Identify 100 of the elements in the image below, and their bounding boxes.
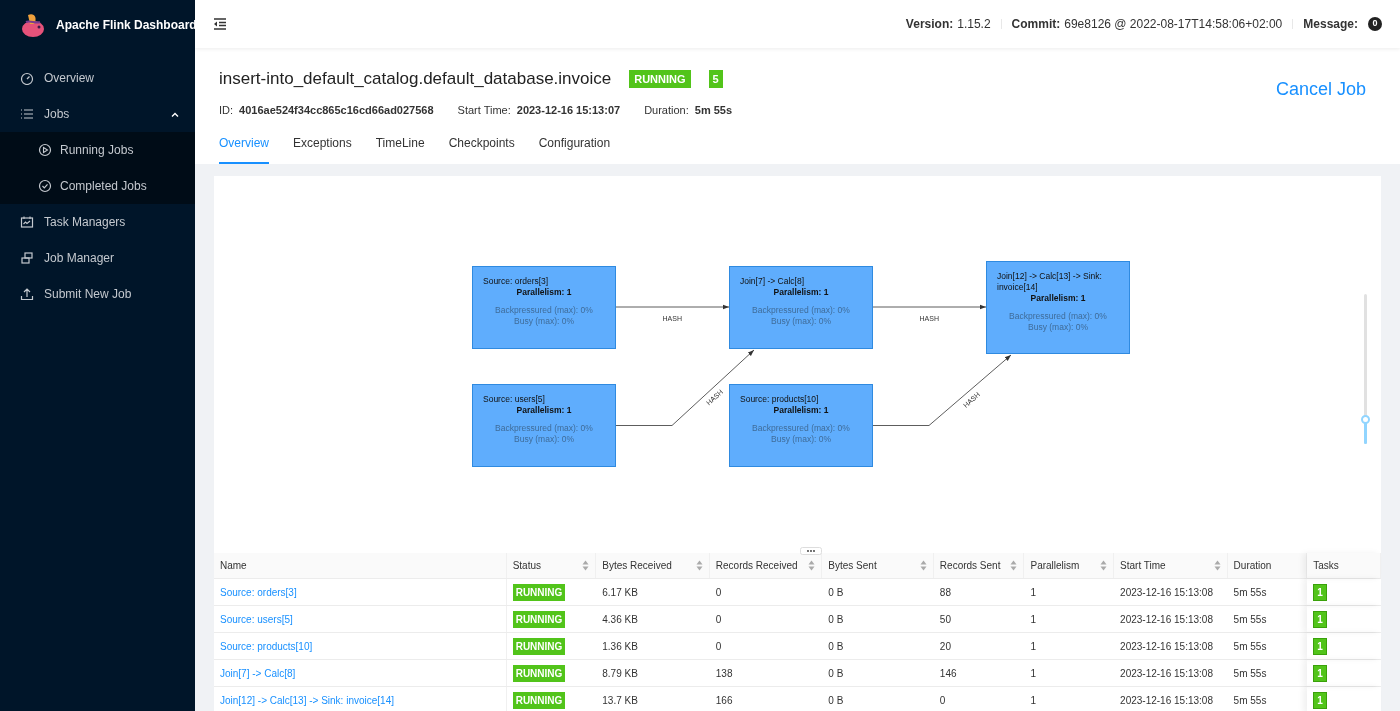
table-cell-text: 1 — [1030, 666, 1037, 681]
header-label: Start Time — [1120, 559, 1166, 573]
status-tag: RUNNING — [512, 610, 566, 628]
column-header[interactable]: Bytes Sent — [822, 553, 934, 578]
info-label: Message: — [1303, 16, 1358, 33]
squirrel-logo-icon — [20, 12, 46, 38]
tab[interactable]: TimeLine — [375, 134, 425, 164]
table-cell-text: 0 — [715, 585, 722, 600]
sort-icon[interactable] — [1010, 560, 1018, 571]
column-header[interactable]: Parallelism — [1024, 553, 1115, 578]
node-parallelism: Parallelism: 1 — [772, 287, 830, 298]
info-label: Version: — [905, 16, 954, 33]
header-label: Bytes Sent — [828, 559, 877, 573]
job-title: insert-into_default_catalog.default_database.invoice — [219, 68, 612, 90]
node-metric: Backpressured (max): 0% — [751, 423, 851, 434]
list-icon — [20, 107, 34, 121]
node-parallelism: Parallelism: 1 — [1029, 293, 1087, 304]
tab[interactable]: Exceptions — [293, 134, 352, 164]
table-cell-text: 2023-12-16 15:13:08 — [1120, 639, 1213, 654]
table-cell-text: 5m 55s — [1233, 693, 1267, 708]
table-cell-text: 1 — [1030, 612, 1037, 627]
graph-node[interactable]: Source: products[10] Parallelism: 1 Backpressured (max): 0% Busy (max): 0% — [729, 384, 873, 467]
info-label: Commit: — [1011, 16, 1061, 33]
table-cell-text: 0 B — [828, 639, 844, 654]
table-cell-text: 0 — [715, 612, 722, 627]
sort-icon[interactable] — [582, 560, 590, 571]
tab[interactable]: Configuration — [538, 134, 611, 164]
table-cell-text: 166 — [715, 693, 733, 708]
node-metric: Backpressured (max): 0% — [751, 305, 851, 316]
table-cell-text: 1 — [1030, 693, 1037, 708]
header-label: Name — [220, 559, 247, 573]
message-count-badge: 0 — [1368, 17, 1382, 31]
info-value: 69e8126 @ 2022-08-17T14:58:06+02:00 — [1064, 16, 1283, 33]
sidebar-subitem[interactable]: Running Jobs — [0, 132, 195, 168]
sidebar-item[interactable]: Job Manager — [0, 240, 195, 276]
column-header[interactable]: Status — [506, 553, 597, 578]
graph-node[interactable]: Source: orders[3] Parallelism: 1 Backpressured (max): 0% Busy (max): 0% — [472, 266, 616, 349]
sort-icon[interactable] — [1100, 560, 1108, 571]
column-header[interactable]: Records Received — [709, 553, 823, 578]
tab[interactable]: Checkpoints — [448, 134, 515, 164]
task-count-tag: 1 — [1313, 664, 1327, 682]
sidebar-item[interactable]: Task Managers — [0, 204, 195, 240]
node-parallelism: Parallelism: 1 — [515, 287, 573, 298]
table-cell-text: 5m 55s — [1233, 585, 1267, 600]
header-label: Records Received — [715, 559, 798, 573]
graph-node[interactable]: Join[12] -> Calc[13] -> Sink: invoice[14] Parallelism: 1 Backpressured (max): 0% Busy (max): 0% — [986, 261, 1130, 354]
meta-value: 4016ae524f34cc865c16cd66ad027568 — [239, 102, 434, 118]
header-label: Records Sent — [939, 559, 1001, 573]
task-count-tag: 1 — [1313, 637, 1327, 655]
more-icon[interactable] — [800, 547, 822, 555]
table-cell-text: 6.17 KB — [602, 585, 638, 600]
node-metric: Busy (max): 0% — [770, 434, 832, 445]
slider-handle[interactable] — [1361, 414, 1370, 424]
table-cell-text: 0 — [939, 693, 946, 708]
header-label: Duration — [1233, 559, 1272, 573]
sort-icon[interactable] — [808, 560, 816, 571]
graph-node[interactable]: Join[7] -> Calc[8] Parallelism: 1 Backpressured (max): 0% Busy (max): 0% — [729, 266, 873, 349]
meta-label: Duration: — [644, 102, 689, 118]
calendar-icon — [20, 215, 34, 229]
graph-node[interactable]: Source: users[5] Parallelism: 1 Backpressured (max): 0% Busy (max): 0% — [472, 384, 616, 467]
header-label: Bytes Received — [602, 559, 672, 573]
sort-icon[interactable] — [919, 560, 927, 571]
table-cell-text: 2023-12-16 15:13:08 — [1120, 693, 1213, 708]
node-parallelism: Parallelism: 1 — [772, 405, 830, 416]
cluster-icon — [20, 251, 34, 265]
table-cell-text: 2023-12-16 15:13:08 — [1120, 666, 1213, 681]
sort-icon[interactable] — [1213, 560, 1221, 571]
dashboard-icon — [20, 71, 34, 85]
table-cell-text: 88 — [939, 585, 951, 600]
table-cell-text: 5m 55s — [1233, 612, 1267, 627]
table-cell-text: 5m 55s — [1233, 666, 1267, 681]
upload-icon — [20, 287, 34, 301]
play-circle-icon — [38, 143, 52, 157]
sidebar-subitem[interactable]: Completed Jobs — [0, 168, 195, 204]
header-label: Status — [512, 559, 541, 573]
table-cell-text: 5m 55s — [1233, 639, 1267, 654]
table-cell-text: 8.79 KB — [602, 666, 638, 681]
task-count-tag: 1 — [1313, 691, 1327, 709]
column-header[interactable]: Bytes Received — [596, 553, 710, 578]
sidebar-item[interactable]: Jobs — [0, 96, 195, 132]
table-cell-text: 20 — [939, 639, 951, 654]
meta-value: 2023-12-16 15:13:07 — [516, 102, 621, 118]
column-header[interactable]: Start Time — [1114, 553, 1228, 578]
column-header[interactable]: Records Sent — [933, 553, 1025, 578]
status-tag: RUNNING — [512, 664, 566, 682]
table-cell-text: 1 — [1030, 585, 1037, 600]
node-title: Source: products[10] — [740, 394, 820, 405]
node-title: Join[7] -> Calc[8] — [740, 276, 805, 287]
table-cell-text: 4.36 KB — [602, 612, 638, 627]
node-metric: Busy (max): 0% — [513, 316, 575, 327]
menu-fold-icon[interactable] — [213, 18, 227, 30]
node-metric: Backpressured (max): 0% — [1008, 311, 1108, 322]
table-cell-text: 50 — [939, 612, 951, 627]
sort-icon[interactable] — [695, 560, 703, 571]
sidebar-item[interactable]: Overview — [0, 60, 195, 96]
status-tag: RUNNING — [512, 691, 566, 709]
node-title: Source: users[5] — [483, 394, 546, 405]
sidebar-item[interactable]: Submit New Job — [0, 276, 195, 312]
check-circle-icon — [38, 179, 52, 193]
meta-label: ID: — [219, 102, 234, 118]
